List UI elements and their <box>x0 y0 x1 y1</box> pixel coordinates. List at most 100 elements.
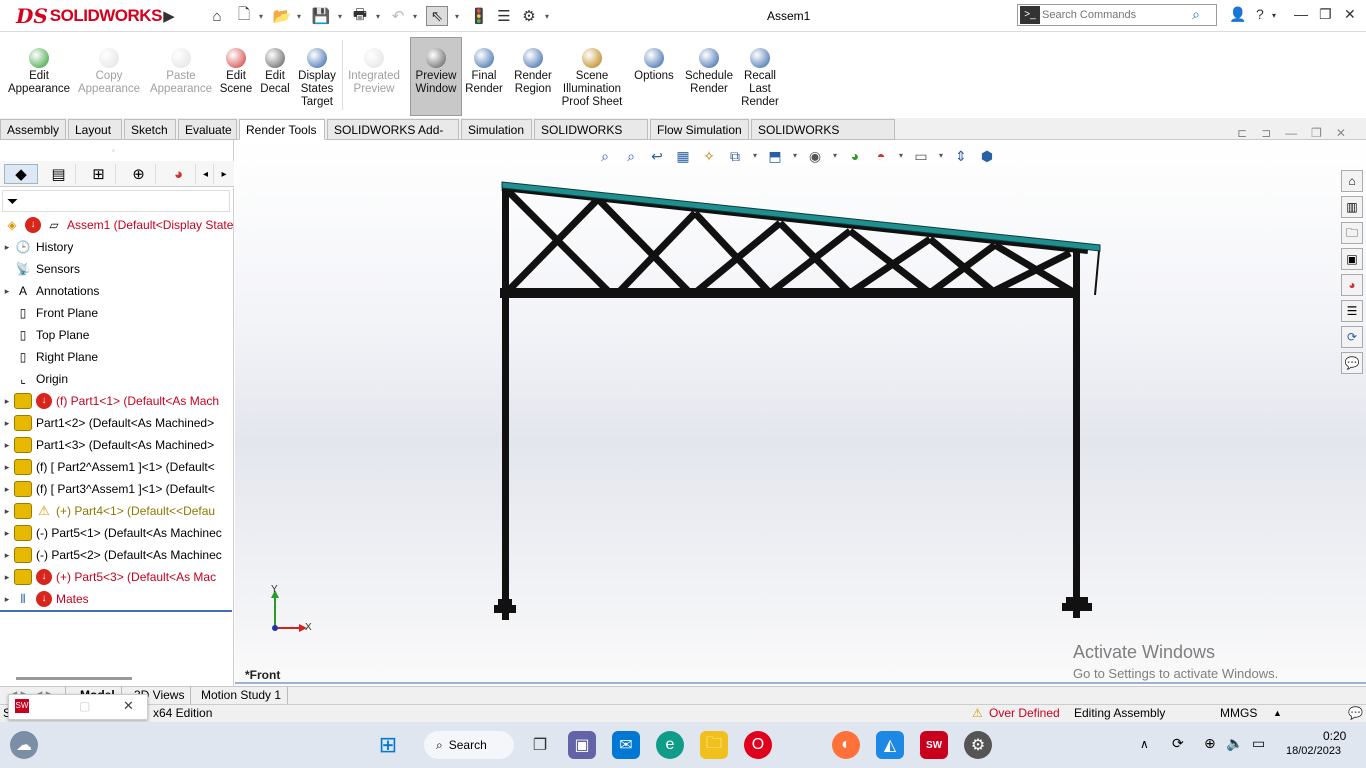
ribbon-button-7[interactable]: Preview Window <box>410 37 462 116</box>
expand-arrow-icon[interactable]: ▸ <box>0 550 14 561</box>
mail-icon[interactable]: ✉ <box>612 731 640 759</box>
tree-item-10[interactable]: ▸ (f) [ Part2^Assem1 ]<1> (Default< <box>0 456 234 478</box>
clock-date[interactable]: 18/02/2023 <box>1286 745 1341 757</box>
firefox-icon[interactable]: ◐ <box>832 731 860 759</box>
zoom-to-area-icon[interactable]: ⌕ <box>621 146 641 166</box>
tab-solidworks-mbd[interactable]: SOLIDWORKS MBD <box>534 119 648 157</box>
view-palette-icon[interactable]: ▣ <box>1341 248 1363 270</box>
menu-expand-arrow-icon[interactable]: ▶ <box>158 6 180 26</box>
ribbon-button-8[interactable]: Final Render <box>464 38 504 116</box>
tray-sync-icon[interactable]: ⟳ <box>1172 735 1184 752</box>
solidworks-2-taskbar-icon[interactable]: ⚙ <box>964 731 992 759</box>
view-settings-dropdown-icon[interactable]: ▾ <box>931 146 951 166</box>
popup-restore-icon[interactable]: ▢ <box>79 699 90 713</box>
battery-icon[interactable]: ▭ <box>1252 735 1265 752</box>
tab-layout[interactable]: Layout <box>68 119 122 140</box>
restore-icon[interactable]: ❐ <box>1319 6 1332 23</box>
expand-arrow-icon[interactable]: ▸ <box>0 462 14 473</box>
viewport-close-icon[interactable]: ✕ <box>1336 126 1346 140</box>
expand-arrow-icon[interactable]: ▸ <box>0 484 14 495</box>
feature-manager-tab-icon[interactable]: ◆ <box>4 164 38 184</box>
graphics-area[interactable]: ⌕ ⌕ ↩ ▦ ✧ ⧉ ▾ ⬒ ▾ ◉ ▾ ◕ ◓ ▾ ▭ ▾ ⇕ ⬢ ⊏ ⊐ — ❐… <box>235 126 1366 686</box>
tree-item-9[interactable]: ▸ Part1<3> (Default<As Machined> <box>0 434 234 456</box>
open-dropdown-icon[interactable]: ▾ <box>294 6 304 26</box>
filter-icon[interactable]: ⏷ <box>7 193 18 210</box>
ribbon-button-12[interactable]: Schedule Render <box>682 38 736 116</box>
solidworks-forum-icon[interactable]: ⟳ <box>1341 326 1363 348</box>
tree-item-6[interactable]: ⌞ Origin <box>0 368 234 390</box>
open-icon[interactable]: 📂 <box>271 6 293 26</box>
apply-scene-dropdown-icon[interactable]: ▾ <box>891 146 911 166</box>
task-view-icon[interactable]: ❐ <box>526 731 554 759</box>
save-icon[interactable]: 💾 <box>310 6 332 26</box>
view-orientation-icon[interactable]: ⧉ <box>725 146 745 166</box>
search-input[interactable] <box>1042 9 1182 21</box>
ribbon-button-11[interactable]: Options <box>630 38 678 116</box>
solidworks-logo[interactable]: DS SOLIDWORKS <box>16 4 162 28</box>
weather-icon[interactable]: ☁ <box>10 731 38 759</box>
expand-arrow-icon[interactable]: ▸ <box>0 506 14 517</box>
tab-assembly[interactable]: Assembly <box>0 119 66 140</box>
print-dropdown-icon[interactable]: ▾ <box>373 6 383 26</box>
expand-arrow-icon[interactable]: ▸ <box>0 286 14 297</box>
configuration-manager-tab-icon[interactable]: ⊞ <box>82 164 116 184</box>
tree-item-4[interactable]: ▯ Top Plane <box>0 324 234 346</box>
apply-scene-icon[interactable]: ◓ <box>871 146 891 166</box>
edit-appearance-icon[interactable]: ◕ <box>845 146 865 166</box>
feedback-icon[interactable]: 💬 <box>1341 352 1363 374</box>
viewport-minimize-icon[interactable]: — <box>1285 126 1297 140</box>
close-icon[interactable]: ✕ <box>1344 6 1356 23</box>
feedback-status-icon[interactable]: 💬 <box>1348 706 1363 720</box>
hide-show-dropdown-icon[interactable]: ▾ <box>825 146 845 166</box>
file-explorer-icon[interactable]: 🗀 <box>1341 222 1363 244</box>
opera-icon[interactable]: O <box>744 731 772 759</box>
ribbon-button-2[interactable]: Paste Appearance <box>150 38 212 116</box>
ribbon-button-6[interactable]: Integrated Preview <box>346 38 402 116</box>
zoom-to-fit-icon[interactable]: ⌕ <box>595 146 615 166</box>
tab-sketch[interactable]: Sketch <box>124 119 176 140</box>
tree-item-12[interactable]: ▸ ⚠ (+) Part4<1> (Default<<Defau <box>0 500 234 522</box>
edge-icon[interactable]: e <box>656 731 684 759</box>
expand-arrow-icon[interactable]: ▸ <box>0 594 14 605</box>
help-dropdown-icon[interactable]: ▾ <box>1272 11 1276 20</box>
tree-item-8[interactable]: ▸ Part1<2> (Default<As Machined> <box>0 412 234 434</box>
ribbon-button-10[interactable]: Scene Illumination Proof Sheet <box>560 38 624 116</box>
section-view-icon[interactable]: ▦ <box>673 146 693 166</box>
network-icon[interactable]: ⊕ <box>1204 735 1216 752</box>
clock-time[interactable]: 0:20 <box>1323 729 1346 743</box>
select-dropdown-icon[interactable]: ▾ <box>452 6 462 26</box>
panel-splitter-icon[interactable]: ◦ <box>112 146 115 155</box>
tree-item-3[interactable]: ▯ Front Plane <box>0 302 234 324</box>
status-units[interactable]: MMGS <box>1220 706 1257 720</box>
new-dropdown-icon[interactable]: ▾ <box>256 6 266 26</box>
ribbon-button-0[interactable]: Edit Appearance <box>8 38 70 116</box>
tree-item-2[interactable]: ▸ A Annotations <box>0 280 234 302</box>
view-settings-icon[interactable]: ▭ <box>911 146 931 166</box>
undo-dropdown-icon[interactable]: ▾ <box>410 6 420 26</box>
status-over-defined[interactable]: Over Defined <box>989 706 1060 720</box>
new-document-icon[interactable]: 🗋 <box>233 6 255 26</box>
tree-item-7[interactable]: ▸ ↓ (f) Part1<1> (Default<As Mach <box>0 390 234 412</box>
ribbon-button-3[interactable]: Edit Scene <box>218 38 254 116</box>
viewport-prev-icon[interactable]: ⊏ <box>1237 126 1247 140</box>
ribbon-button-4[interactable]: Edit Decal <box>258 38 292 116</box>
truss-frame-model[interactable] <box>490 175 1110 625</box>
popup-close-icon[interactable]: ✕ <box>123 698 134 714</box>
scroll-left-icon[interactable]: ◂ <box>198 164 214 184</box>
expand-arrow-icon[interactable]: ▸ <box>0 242 14 253</box>
ribbon-button-9[interactable]: Render Region <box>512 38 554 116</box>
view-orientation-dropdown-icon[interactable]: ▾ <box>745 146 765 166</box>
options-dropdown-icon[interactable]: ▾ <box>542 6 552 26</box>
minimize-icon[interactable]: — <box>1294 6 1308 22</box>
design-library-icon[interactable]: ▥ <box>1341 196 1363 218</box>
options-gear-icon[interactable]: ⚙ <box>518 6 540 26</box>
tree-item-16[interactable]: ▸ ⫴ ↓ Mates <box>0 588 234 610</box>
windows-start-icon[interactable]: ⊞ <box>374 731 402 759</box>
expand-arrow-icon[interactable]: ▸ <box>0 440 14 451</box>
taskbar-search[interactable]: ⌕ Search <box>424 731 514 759</box>
solidworks-taskbar-icon[interactable]: SW <box>920 731 948 759</box>
tree-item-5[interactable]: ▯ Right Plane <box>0 346 234 368</box>
magnifier-icon[interactable]: ⌕ <box>1192 6 1200 23</box>
home-icon[interactable]: ⌂ <box>206 6 228 26</box>
tree-item-14[interactable]: ▸ (-) Part5<2> (Default<As Machinec <box>0 544 234 566</box>
